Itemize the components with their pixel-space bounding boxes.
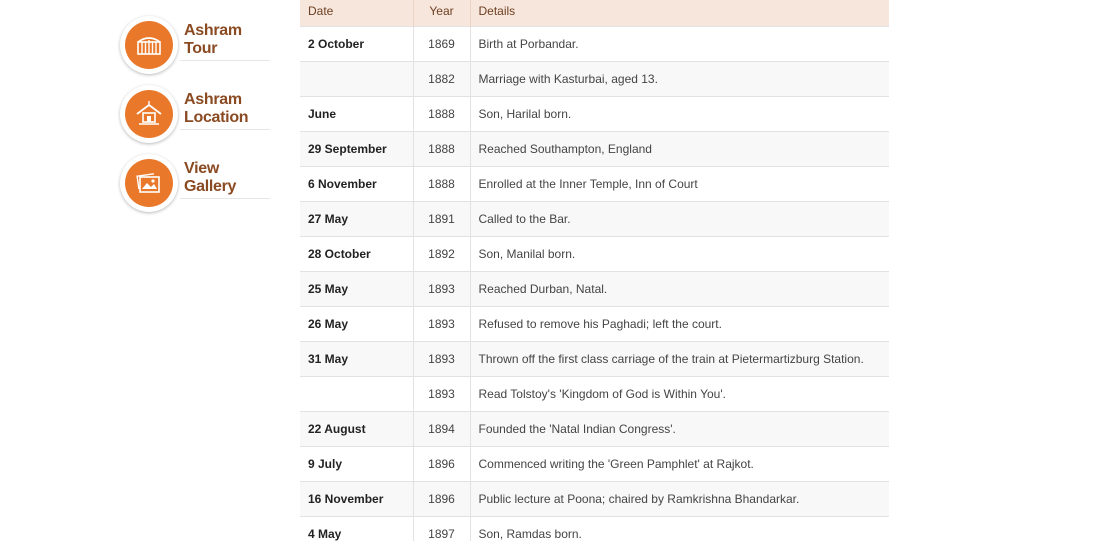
cell-date xyxy=(300,376,414,412)
cell-details: Thrown off the first class carriage of t… xyxy=(470,341,889,377)
sidebar-item-ashram-tour[interactable]: Ashram Tour xyxy=(120,14,272,83)
table-row: 27 May 1891 Called to the Bar. xyxy=(300,201,889,237)
sidebar-nav: Ashram Tour Ashram Location View Gallery xyxy=(120,14,272,221)
page: Ashram Tour Ashram Location View Gallery… xyxy=(0,0,1101,541)
cell-year: 1893 xyxy=(413,341,471,377)
cell-date: 29 September xyxy=(300,131,414,167)
column-header-details: Details xyxy=(470,0,889,27)
cell-details: Public lecture at Poona; chaired by Ramk… xyxy=(470,481,889,517)
ashram-tour-label[interactable]: Ashram Tour xyxy=(184,22,270,58)
table-row: 1882 Marriage with Kasturbai, aged 13. xyxy=(300,61,889,97)
cell-details: Birth at Porbandar. xyxy=(470,26,889,62)
table-row: 22 August 1894 Founded the 'Natal Indian… xyxy=(300,411,889,447)
cell-year: 1896 xyxy=(413,481,471,517)
cell-year: 1897 xyxy=(413,516,471,541)
ashram-location-label[interactable]: Ashram Location xyxy=(184,91,270,127)
table-row: 28 October 1892 Son, Manilal born. xyxy=(300,236,889,272)
cell-details: Marriage with Kasturbai, aged 13. xyxy=(470,61,889,97)
sidebar-divider xyxy=(180,198,270,199)
cell-details: Son, Manilal born. xyxy=(470,236,889,272)
cell-date: 26 May xyxy=(300,306,414,342)
cell-details: Commenced writing the 'Green Pamphlet' a… xyxy=(470,446,889,482)
table-header: Date Year Details xyxy=(300,0,889,27)
cell-year: 1893 xyxy=(413,271,471,307)
cell-year: 1892 xyxy=(413,236,471,272)
ashram-location-icon-badge[interactable] xyxy=(120,85,178,143)
cell-year: 1888 xyxy=(413,131,471,167)
ashram-tour-label-line2: Tour xyxy=(184,40,218,57)
table-header-row: Date Year Details xyxy=(300,0,889,27)
cell-details: Son, Ramdas born. xyxy=(470,516,889,541)
view-gallery-label-line1: View xyxy=(184,160,219,177)
view-gallery-icon-badge[interactable] xyxy=(120,154,178,212)
cell-date: 25 May xyxy=(300,271,414,307)
table-row: 31 May 1893 Thrown off the first class c… xyxy=(300,341,889,377)
table-row: 9 July 1896 Commenced writing the 'Green… xyxy=(300,446,889,482)
cell-date: 22 August xyxy=(300,411,414,447)
cell-details: Founded the 'Natal Indian Congress'. xyxy=(470,411,889,447)
cell-details: Called to the Bar. xyxy=(470,201,889,237)
table-body: 2 October 1869 Birth at Porbandar. 1882 … xyxy=(300,26,889,541)
cell-details: Reached Southampton, England xyxy=(470,131,889,167)
cell-details: Son, Harilal born. xyxy=(470,96,889,132)
cell-date: 9 July xyxy=(300,446,414,482)
table-row: 16 November 1896 Public lecture at Poona… xyxy=(300,481,889,517)
table-row: 1893 Read Tolstoy's 'Kingdom of God is W… xyxy=(300,376,889,412)
cell-year: 1896 xyxy=(413,446,471,482)
chronology-table: Date Year Details 2 October 1869 Birth a… xyxy=(300,0,889,541)
cell-year: 1888 xyxy=(413,96,471,132)
ashram-location-label-line2: Location xyxy=(184,109,249,126)
cell-year: 1869 xyxy=(413,26,471,62)
cell-date: 4 May xyxy=(300,516,414,541)
cell-year: 1882 xyxy=(413,61,471,97)
cell-year: 1888 xyxy=(413,166,471,202)
view-gallery-label[interactable]: View Gallery xyxy=(184,160,270,196)
column-header-date: Date xyxy=(300,0,414,27)
cell-year: 1893 xyxy=(413,376,471,412)
cell-details: Enrolled at the Inner Temple, Inn of Cou… xyxy=(470,166,889,202)
ashram-location-label-line1: Ashram xyxy=(184,91,242,108)
cell-details: Read Tolstoy's 'Kingdom of God is Within… xyxy=(470,376,889,412)
sidebar-item-view-gallery[interactable]: View Gallery xyxy=(120,152,272,221)
table-row: 2 October 1869 Birth at Porbandar. xyxy=(300,26,889,62)
view-gallery-label-line2: Gallery xyxy=(184,178,237,195)
cell-date: 6 November xyxy=(300,166,414,202)
cell-year: 1891 xyxy=(413,201,471,237)
table-row: 25 May 1893 Reached Durban, Natal. xyxy=(300,271,889,307)
cell-year: 1893 xyxy=(413,306,471,342)
table-row: 26 May 1893 Refused to remove his Paghad… xyxy=(300,306,889,342)
cell-details: Refused to remove his Paghadi; left the … xyxy=(470,306,889,342)
sidebar-divider xyxy=(180,60,270,61)
cell-date: 27 May xyxy=(300,201,414,237)
cell-year: 1894 xyxy=(413,411,471,447)
ashram-tour-icon-badge[interactable] xyxy=(120,16,178,74)
table-row: 29 September 1888 Reached Southampton, E… xyxy=(300,131,889,167)
table-row: June 1888 Son, Harilal born. xyxy=(300,96,889,132)
cell-date: June xyxy=(300,96,414,132)
cell-date xyxy=(300,61,414,97)
photo-gallery-icon xyxy=(136,173,160,193)
cell-date: 2 October xyxy=(300,26,414,62)
gate-icon xyxy=(137,37,161,55)
column-header-year: Year xyxy=(413,0,471,27)
cell-date: 31 May xyxy=(300,341,414,377)
table-row: 4 May 1897 Son, Ramdas born. xyxy=(300,516,889,541)
cell-date: 28 October xyxy=(300,236,414,272)
hut-location-icon xyxy=(136,101,162,125)
ashram-tour-label-line1: Ashram xyxy=(184,22,242,39)
sidebar-item-ashram-location[interactable]: Ashram Location xyxy=(120,83,272,152)
sidebar-divider xyxy=(180,129,270,130)
cell-date: 16 November xyxy=(300,481,414,517)
cell-details: Reached Durban, Natal. xyxy=(470,271,889,307)
table-row: 6 November 1888 Enrolled at the Inner Te… xyxy=(300,166,889,202)
